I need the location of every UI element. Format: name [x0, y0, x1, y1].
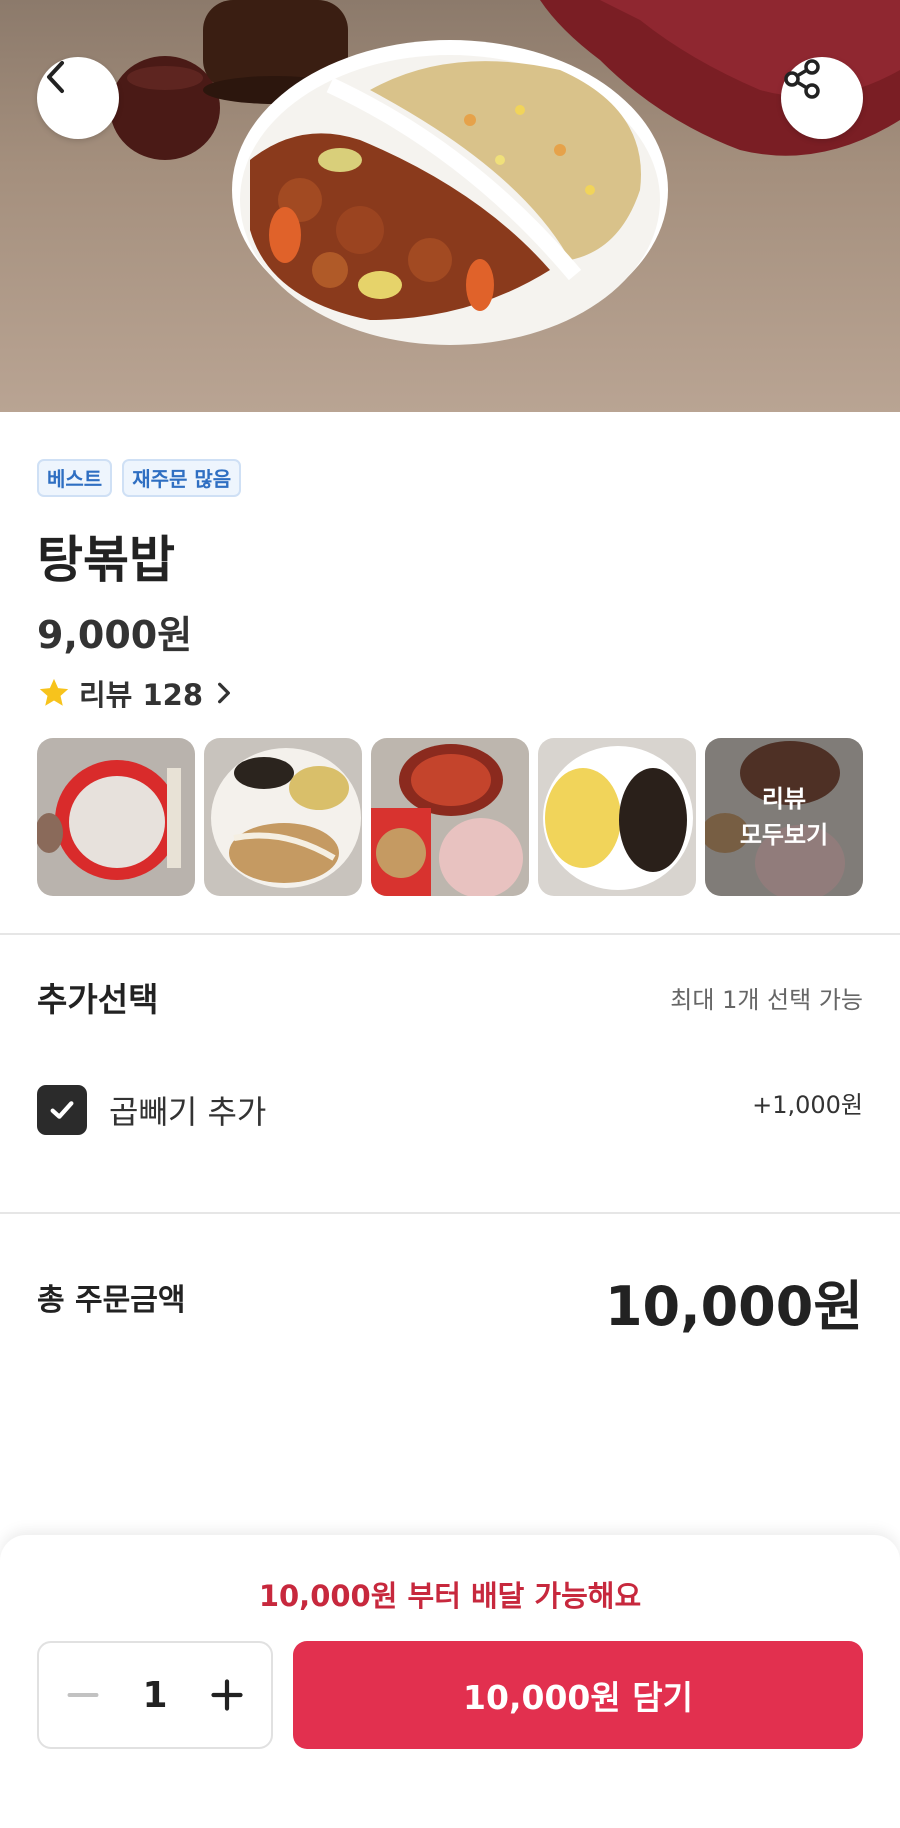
review-view-all-label: 리뷰 모두보기	[705, 738, 863, 896]
badge-best: 베스트	[37, 459, 113, 497]
option-extra-large[interactable]: 곱빼기 추가 +1,000원	[37, 1085, 863, 1135]
review-link[interactable]: 리뷰 128	[37, 672, 237, 714]
review-photo[interactable]	[204, 738, 362, 896]
review-photo[interactable]	[371, 738, 529, 896]
decrease-button[interactable]	[61, 1673, 105, 1717]
plus-icon	[211, 1679, 243, 1711]
option-label: 곱빼기 추가	[109, 1093, 267, 1131]
total-label: 총 주문금액	[37, 1283, 186, 1318]
checkmark-icon	[50, 1101, 74, 1119]
increase-button[interactable]	[205, 1673, 249, 1717]
quantity-value: 1	[142, 1674, 168, 1716]
share-button[interactable]	[781, 57, 863, 139]
review-count: 리뷰 128	[79, 678, 203, 712]
review-view-all-button[interactable]: 리뷰 모두보기	[705, 738, 863, 896]
review-photo-list: 리뷰 모두보기	[37, 738, 863, 896]
order-bar: 10,000원 부터 배달 가능해요 1 10,000원 담기	[0, 1535, 900, 1828]
quantity-stepper: 1	[37, 1641, 273, 1749]
option-section-title: 추가선택	[37, 980, 159, 1019]
review-photo[interactable]	[538, 738, 696, 896]
minus-icon	[67, 1693, 99, 1697]
review-photo[interactable]	[37, 738, 195, 896]
add-to-cart-button[interactable]: 10,000원 담기	[293, 1641, 863, 1749]
min-order-notice: 10,000원 부터 배달 가능해요	[258, 1579, 642, 1613]
product-price: 9,000원	[37, 613, 193, 657]
option-price: +1,000원	[752, 1091, 863, 1119]
total-price: 10,000원	[604, 1275, 863, 1338]
share-icon	[784, 59, 820, 99]
chevron-right-icon	[218, 682, 230, 704]
badge-list: 베스트 재주문 많음	[37, 459, 242, 497]
star-icon	[39, 678, 69, 706]
hero-food-image	[0, 0, 900, 412]
badge-reorder: 재주문 많음	[122, 459, 242, 497]
section-divider	[0, 1212, 900, 1214]
back-button[interactable]	[37, 57, 119, 139]
section-divider	[0, 933, 900, 935]
food-photo	[110, 0, 900, 345]
option-checkbox[interactable]	[37, 1085, 87, 1135]
chevron-left-icon	[47, 61, 64, 93]
option-limit-hint: 최대 1개 선택 가능	[670, 986, 863, 1014]
product-name: 탕볶밥	[37, 531, 175, 589]
